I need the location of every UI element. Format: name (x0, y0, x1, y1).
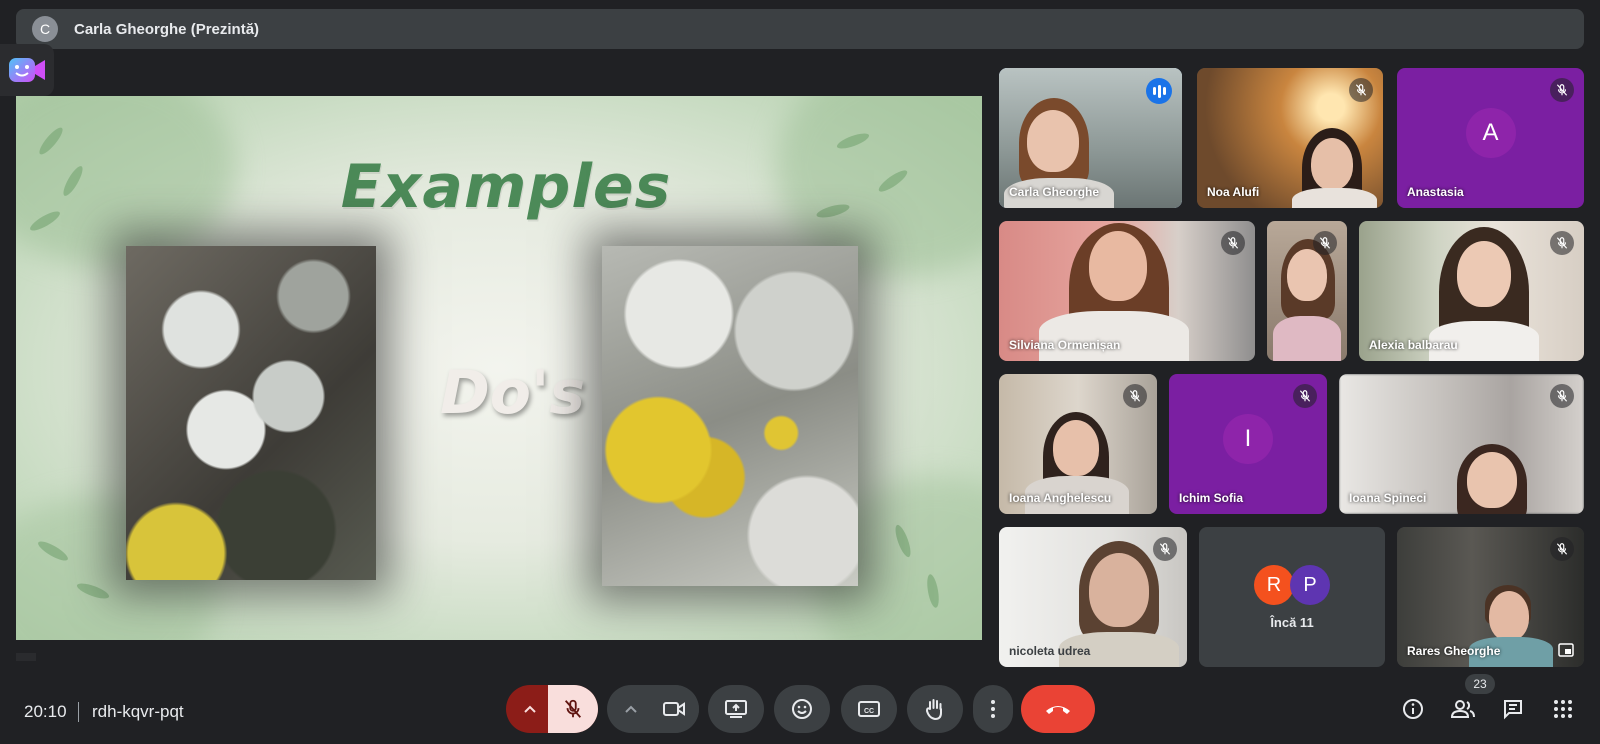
emoji-icon (792, 699, 812, 719)
participant-name: Ichim Sofia (1179, 491, 1244, 505)
mic-off-icon (1221, 231, 1245, 255)
raise-hand-button[interactable] (907, 685, 963, 733)
slide-title: Examples (340, 152, 672, 222)
bottom-toolbar: 20:10 rdh-kqvr-pqt CC (0, 680, 1600, 744)
shared-slide: Examples Do's (16, 96, 982, 640)
participant-name: Carla Gheorghe (1009, 185, 1100, 199)
person-head (1089, 231, 1147, 301)
more-participants-tile[interactable]: R P Încă 11 (1199, 527, 1385, 667)
participant-name: Rares Gheorghe (1407, 644, 1501, 658)
participant-tile[interactable]: Alexia balbarau (1359, 221, 1584, 361)
captions-button[interactable]: CC (841, 685, 897, 733)
slide-corner-mark (16, 653, 36, 661)
app-launcher-button[interactable] (0, 44, 54, 96)
person-torso (1039, 311, 1189, 361)
person-head (1089, 553, 1149, 627)
slide-subtitle: Do's (440, 358, 586, 428)
microphone-button[interactable] (548, 685, 598, 733)
reactions-button[interactable] (774, 685, 830, 733)
mic-off-icon (1293, 384, 1317, 408)
more-avatar: P (1290, 565, 1330, 605)
chevron-up-icon (625, 705, 637, 713)
mic-options-button[interactable] (514, 685, 546, 733)
picture-in-picture-icon[interactable] (1558, 643, 1574, 657)
person-head (1489, 591, 1529, 641)
more-participants-label: Încă 11 (1270, 615, 1314, 630)
participant-tile[interactable]: I Ichim Sofia (1169, 374, 1327, 514)
more-vert-icon (991, 700, 995, 718)
participant-tile[interactable]: Silviana Ormenișan (999, 221, 1255, 361)
person-head (1053, 420, 1099, 476)
participant-tile[interactable]: A Anastasia (1397, 68, 1584, 208)
more-avatars: R P (1254, 565, 1330, 605)
mic-off-icon (1550, 231, 1574, 255)
apps-grid-icon (1554, 700, 1572, 718)
mic-group (506, 685, 598, 733)
person-head (1457, 241, 1511, 307)
participant-name: nicoleta udrea (1009, 644, 1091, 658)
person-torso (1292, 188, 1377, 208)
participant-tile[interactable]: Ioana Anghelescu (999, 374, 1157, 514)
person-head (1467, 452, 1517, 508)
mic-off-icon (1153, 537, 1177, 561)
video-camera-icon (663, 702, 685, 716)
meeting-time: 20:10 (24, 702, 67, 721)
svg-text:CC: CC (864, 708, 874, 715)
closed-captions-icon: CC (858, 701, 880, 717)
mic-off-icon (1550, 537, 1574, 561)
participant-avatar: I (1223, 414, 1273, 464)
participant-name: Anastasia (1407, 185, 1464, 199)
more-options-button[interactable] (973, 685, 1013, 733)
lichen-photo-left (126, 246, 376, 580)
person-head (1287, 249, 1327, 301)
participant-name: Silviana Ormenișan (1009, 338, 1121, 352)
presenter-bar: C Carla Gheorghe (Prezintă) (16, 9, 1584, 49)
present-screen-button[interactable] (708, 685, 764, 733)
leave-call-button[interactable] (1021, 685, 1095, 733)
lichen-photo-right (602, 246, 858, 586)
person-torso (1273, 316, 1341, 361)
chat-button[interactable] (1493, 689, 1533, 729)
camera-button[interactable] (649, 685, 699, 733)
separator (78, 702, 79, 722)
present-screen-icon (725, 700, 747, 718)
participant-tile[interactable]: Ioana Spineci (1339, 374, 1584, 514)
participant-tile[interactable] (1267, 221, 1347, 361)
activities-button[interactable] (1543, 689, 1583, 729)
participant-tile[interactable]: Carla Gheorghe (999, 68, 1182, 208)
person-head (1027, 110, 1079, 172)
person-head (1311, 138, 1353, 190)
participant-name: Alexia balbarau (1369, 338, 1458, 352)
meeting-code: rdh-kqvr-pqt (92, 702, 184, 721)
people-count-badge: 23 (1465, 674, 1495, 694)
participant-avatar: A (1465, 108, 1516, 158)
mic-off-icon (1349, 78, 1373, 102)
mic-off-icon (564, 699, 582, 718)
mic-off-icon (1550, 384, 1574, 408)
mic-off-icon (1550, 78, 1574, 102)
participant-name: Noa Alufi (1207, 185, 1260, 199)
chat-icon (1504, 700, 1522, 720)
mic-off-icon (1123, 384, 1147, 408)
people-icon (1450, 700, 1475, 718)
more-avatar: R (1254, 565, 1294, 605)
chevron-up-icon (524, 705, 536, 713)
people-button[interactable] (1443, 689, 1483, 729)
camera-group (607, 685, 699, 733)
participant-tile[interactable]: Rares Gheorghe (1397, 527, 1584, 667)
camera-options-button[interactable] (615, 685, 647, 733)
participant-tile[interactable]: Noa Alufi (1197, 68, 1383, 208)
participant-name: Ioana Spineci (1349, 491, 1427, 505)
participant-tile[interactable]: nicoleta udrea (999, 527, 1187, 667)
speaking-indicator-icon (1146, 78, 1172, 104)
mic-off-icon (1313, 231, 1337, 255)
participant-name: Ioana Anghelescu (1009, 491, 1112, 505)
presenter-label: Carla Gheorghe (Prezintă) (74, 20, 260, 38)
video-app-icon (9, 58, 45, 82)
presenter-avatar: C (32, 16, 58, 42)
raise-hand-icon (925, 699, 942, 721)
meeting-info-button[interactable] (1393, 689, 1433, 729)
call-end-icon (1046, 706, 1070, 714)
info-icon (1403, 699, 1423, 719)
